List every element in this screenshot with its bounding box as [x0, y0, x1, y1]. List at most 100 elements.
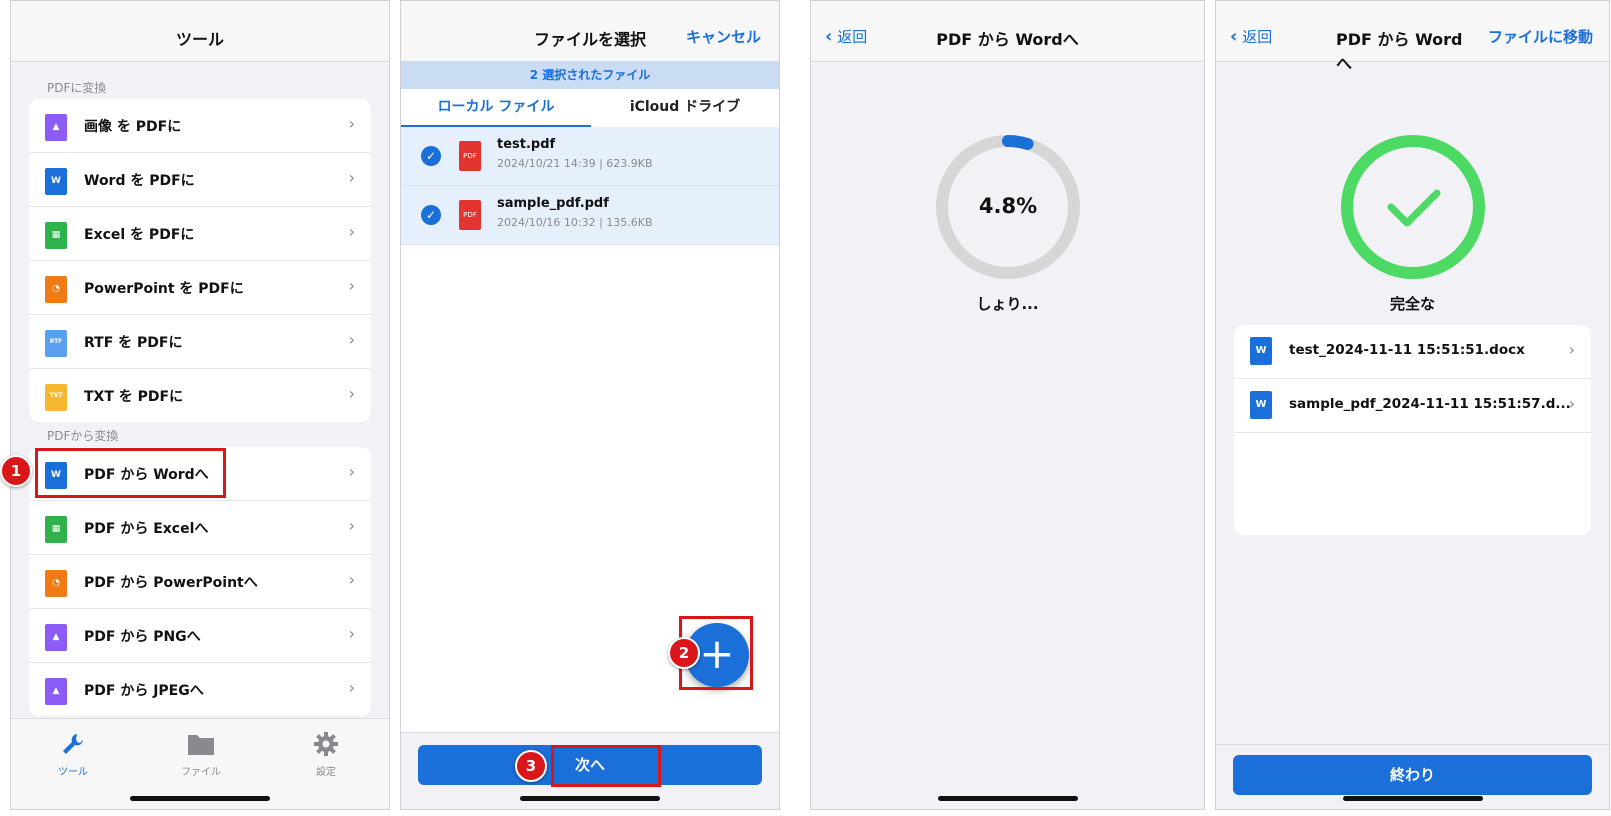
list-item-label: PDF から PowerPointへ: [84, 575, 258, 591]
step-badge-2: 2: [668, 637, 700, 669]
back-label: 返回: [1242, 28, 1273, 46]
powerpoint-file-icon: ◔: [45, 570, 67, 597]
pdf-file-icon: PDF: [459, 141, 481, 171]
done-button[interactable]: 終わり: [1233, 755, 1592, 795]
tab-tools[interactable]: ツール: [33, 731, 113, 778]
success-ring: [1341, 135, 1485, 279]
file-meta: 2024/10/21 14:39 | 623.9KB: [497, 157, 653, 170]
section-label-to-pdf: PDFに変換: [47, 81, 107, 95]
move-to-files-button[interactable]: ファイルに移動: [1488, 26, 1593, 47]
chevron-right-icon: ›: [1568, 394, 1575, 413]
result-row[interactable]: W sample_pdf_2024-11-11 15:51:57.d... ›: [1234, 379, 1591, 433]
word-file-icon: W: [1250, 391, 1272, 419]
file-name: sample_pdf.pdf: [497, 196, 609, 211]
page-title: PDF から Wordへ: [1336, 30, 1463, 73]
chevron-right-icon: ›: [348, 276, 355, 295]
cancel-button[interactable]: キャンセル: [686, 26, 761, 47]
file-name: test.pdf: [497, 137, 556, 152]
list-item[interactable]: RTF RTF を PDFに ›: [29, 315, 371, 369]
result-row[interactable]: W test_2024-11-11 15:51:51.docx ›: [1234, 325, 1591, 379]
word-file-icon: W: [45, 168, 67, 195]
chevron-right-icon: ›: [348, 516, 355, 535]
excel-file-icon: ▦: [45, 222, 67, 249]
tab-bar: ツール ファイル 設定: [11, 718, 389, 809]
list-item-label: PDF から JPEGへ: [84, 683, 204, 699]
nav-bar: ツール: [11, 1, 389, 62]
to-pdf-list: ▲ 画像 を PDFに › W Word を PDFに › ▦ Excel を PDFに › ◔ P…: [29, 99, 371, 422]
screen-converting: ‹ 返回 PDF から Wordへ 4.8% しょり...: [810, 0, 1205, 810]
file-row[interactable]: ✓ PDF test.pdf 2024/10/21 14:39 | 623.9K…: [401, 127, 779, 186]
section-label-from-pdf: PDFから変換: [47, 429, 119, 443]
list-item[interactable]: ▲ 画像 を PDFに ›: [29, 99, 371, 153]
list-item-label: Excel を PDFに: [84, 227, 195, 243]
step-badge-1: 1: [0, 455, 32, 487]
nav-bar: ‹ 返回 PDF から Wordへ ファイルに移動: [1216, 1, 1609, 73]
nav-bar: ‹ 返回 PDF から Wordへ: [811, 1, 1204, 62]
list-item[interactable]: ▲ PDF から PNGへ ›: [29, 609, 371, 663]
list-item[interactable]: ◔ PowerPoint を PDFに ›: [29, 261, 371, 315]
nav-bar: ファイルを選択 キャンセル: [401, 1, 779, 62]
result-file-name: sample_pdf_2024-11-11 15:51:57.d...: [1289, 396, 1571, 412]
screen-tools: ツール PDFに変換 ▲ 画像 を PDFに › W Word を PDFに › ▦ Exce…: [10, 0, 390, 810]
page-title: PDF から Wordへ: [936, 30, 1079, 49]
gear-icon: [314, 732, 338, 756]
tab-files[interactable]: ファイル: [161, 731, 241, 778]
chevron-right-icon: ›: [348, 330, 355, 349]
list-item-label: RTF を PDFに: [84, 335, 183, 351]
screen-complete: ‹ 返回 PDF から Wordへ ファイルに移動 完全な W test_202…: [1215, 0, 1610, 810]
tab-settings-label: 設定: [316, 767, 336, 778]
chevron-right-icon: ›: [348, 462, 355, 481]
image-file-icon: ▲: [45, 624, 67, 651]
rtf-file-icon: RTF: [45, 330, 67, 357]
page-title: ツール: [175, 30, 224, 49]
chevron-right-icon: ›: [348, 384, 355, 403]
image-file-icon: ▲: [45, 678, 67, 705]
chevron-right-icon: ›: [348, 570, 355, 589]
list-item-label: TXT を PDFに: [84, 389, 184, 405]
tab-icloud-drive[interactable]: iCloud ドライブ: [591, 89, 779, 125]
result-list: W test_2024-11-11 15:51:51.docx › W samp…: [1234, 325, 1591, 535]
list-item[interactable]: ◔ PDF から PowerPointへ ›: [29, 555, 371, 609]
tab-settings[interactable]: 設定: [286, 731, 366, 778]
chevron-right-icon: ›: [348, 624, 355, 643]
list-item[interactable]: ▦ PDF から Excelへ ›: [29, 501, 371, 555]
list-item-label: 画像 を PDFに: [84, 119, 182, 135]
processing-status: しょり...: [976, 295, 1039, 313]
txt-file-icon: TXT: [45, 384, 67, 411]
chevron-right-icon: ›: [348, 222, 355, 241]
excel-file-icon: ▦: [45, 516, 67, 543]
selected-count-banner: 2 選択されたファイル: [401, 61, 779, 89]
list-item[interactable]: ▲ PDF から JPEGへ ›: [29, 663, 371, 716]
step-badge-3: 3: [515, 750, 547, 782]
chevron-right-icon: ›: [348, 678, 355, 697]
callout-next-button: [551, 745, 661, 787]
back-button[interactable]: ‹ 返回: [1230, 26, 1272, 47]
chevron-left-icon: ‹: [1230, 26, 1238, 47]
home-indicator: [520, 796, 660, 801]
list-item[interactable]: W Word を PDFに ›: [29, 153, 371, 207]
list-item[interactable]: TXT TXT を PDFに ›: [29, 369, 371, 422]
file-row[interactable]: ✓ PDF sample_pdf.pdf 2024/10/16 10:32 | …: [401, 186, 779, 245]
tab-files-label: ファイル: [181, 767, 221, 778]
list-item-label: PDF から Excelへ: [84, 521, 209, 537]
callout-pdf-to-word: [35, 448, 226, 498]
checkmark-icon[interactable]: ✓: [421, 205, 441, 225]
bottom-bar: 終わり: [1216, 744, 1609, 809]
complete-status: 完全な: [1389, 295, 1435, 313]
checkmark-icon[interactable]: ✓: [421, 146, 441, 166]
chevron-right-icon: ›: [348, 168, 355, 187]
folder-icon: [188, 735, 214, 755]
source-tabs: ローカル ファイル iCloud ドライブ: [401, 89, 779, 128]
pdf-file-icon: PDF: [459, 200, 481, 230]
chevron-right-icon: ›: [348, 114, 355, 133]
image-file-icon: ▲: [45, 114, 67, 141]
progress-percent: 4.8%: [978, 194, 1038, 218]
home-indicator: [937, 796, 1078, 801]
word-file-icon: W: [1250, 337, 1272, 365]
list-item[interactable]: ▦ Excel を PDFに ›: [29, 207, 371, 261]
list-item-label: PDF から PNGへ: [84, 629, 201, 645]
tab-local-files[interactable]: ローカル ファイル: [401, 89, 591, 128]
list-item-label: Word を PDFに: [84, 173, 195, 189]
list-item-label: PowerPoint を PDFに: [84, 281, 244, 297]
chevron-right-icon: ›: [1568, 340, 1575, 359]
